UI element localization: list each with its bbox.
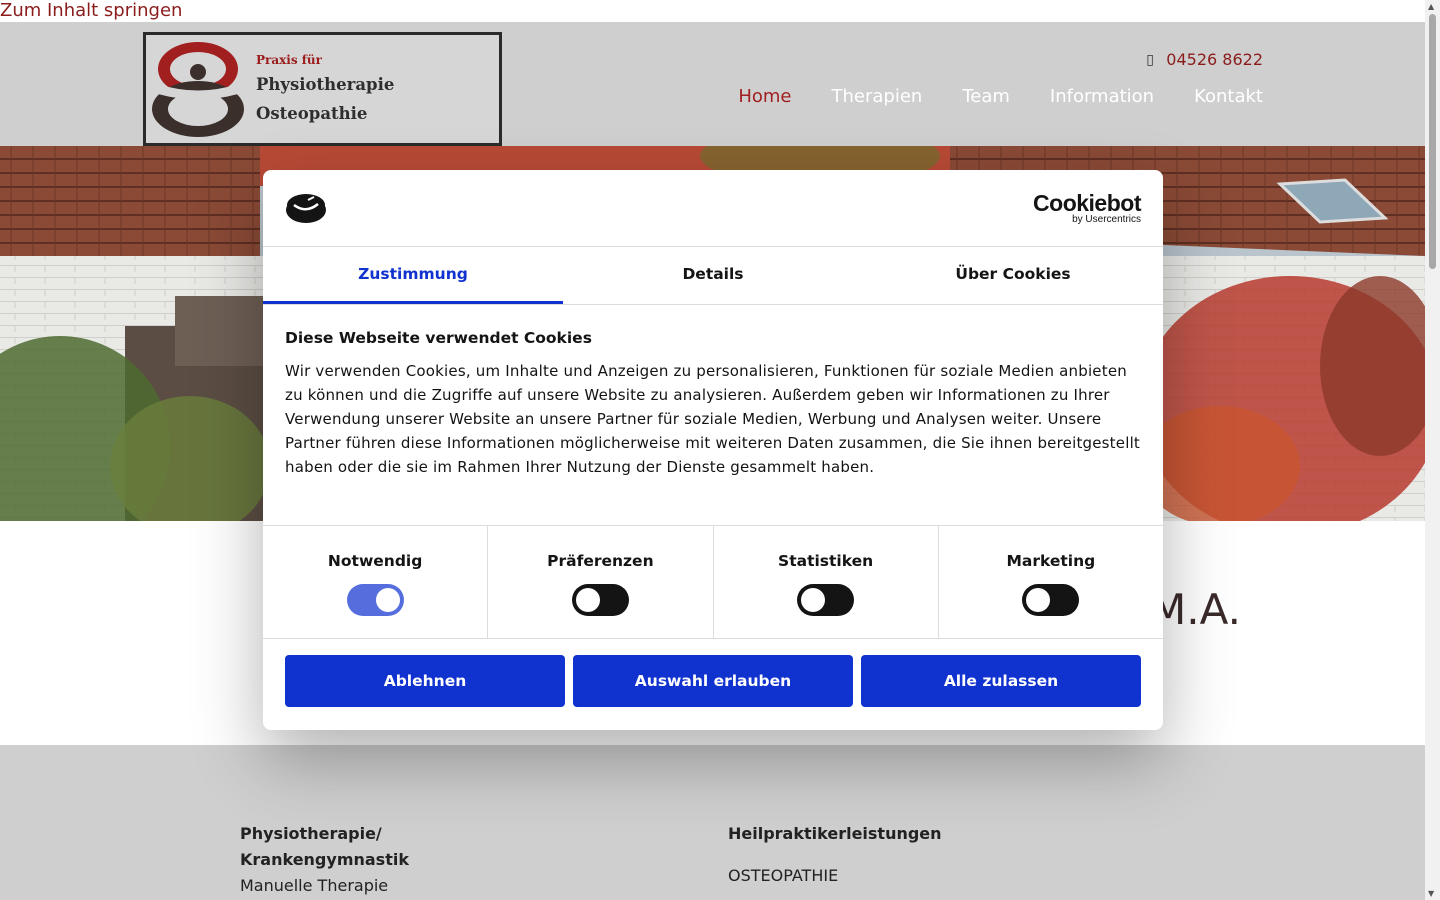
toggle-knob [1026,588,1051,612]
tab-zustimmung[interactable]: Zustimmung [263,247,563,304]
allow-selection-button[interactable]: Auswahl erlauben [573,655,853,707]
toggle-notwendig[interactable] [346,584,404,616]
cookiebot-name: Cookiebot [1033,190,1141,216]
tab-ueber-cookies[interactable]: Über Cookies [863,247,1163,304]
toggle-praeferenzen[interactable] [571,584,629,616]
toggle-cell-statistiken: Statistiken [714,526,939,638]
scrollbar-thumb[interactable] [1429,14,1436,269]
allow-all-button[interactable]: Alle zulassen [861,655,1141,707]
toggle-statistiken[interactable] [797,584,855,616]
toggle-label-praeferenzen: Präferenzen [547,552,654,570]
cookie-action-buttons: Ablehnen Auswahl erlauben Alle zulassen [263,639,1163,723]
toggle-knob [575,588,600,612]
decline-button[interactable]: Ablehnen [285,655,565,707]
cookie-tabs: Zustimmung Details Über Cookies [263,247,1163,305]
cookie-dialog-text: Wir verwenden Cookies, um Inhalte und An… [285,362,1141,476]
cookie-overlay: Cookiebot by Usercentrics Zustimmung Det… [0,0,1425,900]
cookie-consent-dialog: Cookiebot by Usercentrics Zustimmung Det… [263,170,1163,730]
toggle-cell-praeferenzen: Präferenzen [488,526,714,638]
toggle-label-marketing: Marketing [1006,552,1096,570]
toggle-label-statistiken: Statistiken [778,552,874,570]
cookie-dialog-header: Cookiebot by Usercentrics [263,170,1163,247]
toggle-marketing[interactable] [1022,584,1080,616]
cookiebot-brand[interactable]: Cookiebot by Usercentrics [1033,191,1141,225]
cookie-logo-icon [286,194,326,223]
cookie-category-toggles: Notwendig Präferenzen Statistiken Market… [263,526,1163,639]
cookie-dialog-body: Diese Webseite verwendet Cookies Wir ver… [263,305,1163,526]
toggle-knob [801,588,826,612]
page-scrollbar[interactable]: ▲ ▼ [1425,0,1440,900]
toggle-label-notwendig: Notwendig [327,552,423,570]
toggle-knob [375,588,400,612]
scroll-down-arrow-icon[interactable]: ▼ [1428,889,1434,898]
tab-details[interactable]: Details [563,247,863,304]
scroll-up-arrow-icon[interactable]: ▲ [1428,2,1434,11]
toggle-cell-notwendig: Notwendig [263,526,489,638]
cookiebot-by-line: by Usercentrics [1072,214,1141,225]
toggle-cell-marketing: Marketing [939,526,1163,638]
cookie-dialog-title: Diese Webseite verwendet Cookies [285,329,592,347]
